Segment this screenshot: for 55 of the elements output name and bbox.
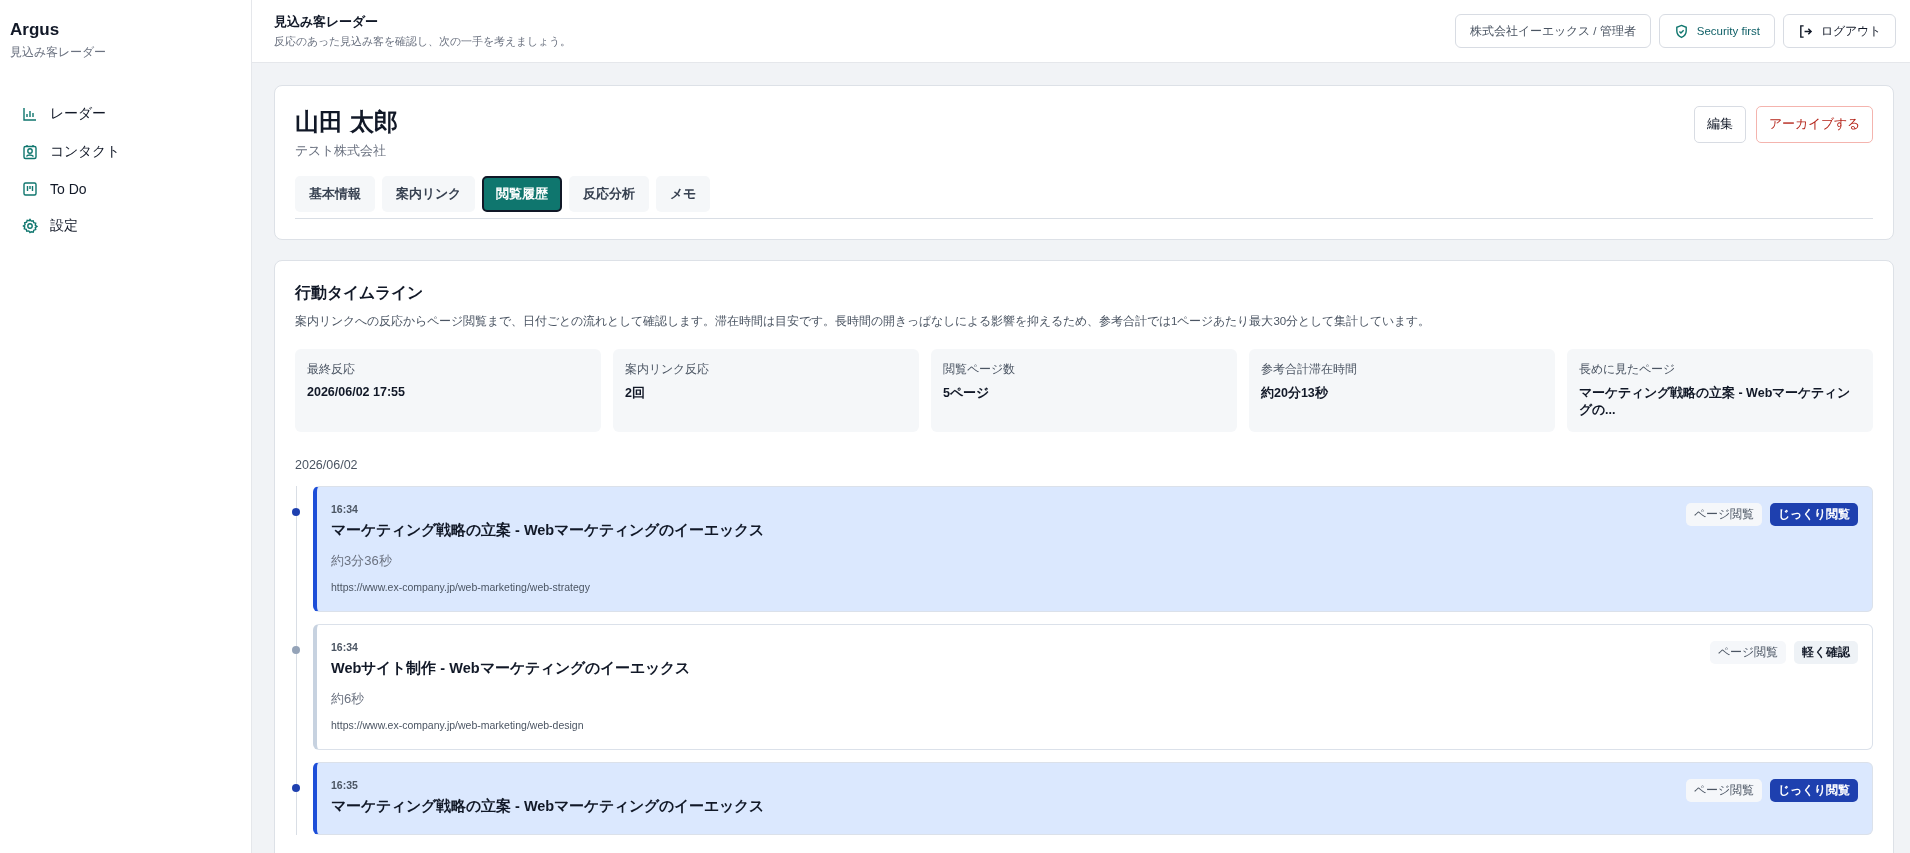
event-url: https://www.ex-company.jp/web-marketing/web-design <box>331 719 585 731</box>
event-url: https://www.ex-company.jp/web-marketing/web-strategy <box>331 581 591 593</box>
event-tag: ページ閲覧 <box>1686 779 1762 802</box>
contact-icon <box>22 144 38 160</box>
event-time: 16:35 <box>331 779 359 791</box>
event-time: 16:34 <box>331 641 359 653</box>
event-tag: じっくり閲覧 <box>1770 779 1858 802</box>
page-title: 見込み客レーダー <box>274 13 379 31</box>
app-subtitle: 見込み客レーダー <box>10 44 107 61</box>
event-title: マーケティング戦略の立案 - Webマーケティングのイーエックス <box>331 521 765 540</box>
tab[interactable]: 案内リンク <box>382 176 475 212</box>
logout-button[interactable]: ログアウト <box>1783 14 1896 48</box>
event-tag: じっくり閲覧 <box>1770 503 1858 526</box>
stat-value: 2026/06/02 17:55 <box>307 385 406 399</box>
section-title: 行動タイムライン <box>295 283 424 303</box>
event-duration: 約3分36秒 <box>331 552 393 570</box>
date-heading: 2026/06/02 <box>295 458 359 472</box>
nav-item[interactable]: To Do <box>20 173 231 205</box>
nav-item[interactable]: レーダー <box>20 97 231 131</box>
page-subtitle: 反応のあった見込み客を確認し、次の一手を考えましょう。 <box>274 34 571 49</box>
tab[interactable]: 反応分析 <box>569 176 649 212</box>
bar-chart-icon <box>22 106 38 122</box>
event-tag: ページ閲覧 <box>1710 641 1786 664</box>
shield-check-icon <box>1673 23 1689 39</box>
stat-label: 参考合計滞在時間 <box>1261 361 1358 378</box>
stat-value: マーケティング戦略の立案 - Webマーケティングの... <box>1579 385 1852 419</box>
stat-label: 長めに見たページ <box>1579 361 1676 378</box>
company-name: テスト株式会社 <box>295 142 387 160</box>
stat-label: 案内リンク反応 <box>625 361 710 378</box>
tab[interactable]: メモ <box>656 176 710 212</box>
tab[interactable]: 閲覧履歴 <box>482 176 562 212</box>
event-title: Webサイト制作 - Webマーケティングのイーエックス <box>331 659 690 678</box>
event-duration: 約6秒 <box>331 690 366 708</box>
app-name: Argus <box>10 20 61 40</box>
logout-icon <box>1798 23 1813 39</box>
stat-label: 閲覧ページ数 <box>943 361 1016 378</box>
contact-name: 山田 太郎 <box>295 107 398 137</box>
event-tag: 軽く確認 <box>1794 641 1858 664</box>
event-tag: ページ閲覧 <box>1686 503 1762 526</box>
archive-button[interactable]: アーカイブする <box>1756 106 1873 143</box>
board-icon <box>22 181 38 197</box>
stat-value: 約20分13秒 <box>1261 385 1329 402</box>
event-time: 16:34 <box>331 503 359 515</box>
edit-button[interactable]: 編集 <box>1694 106 1746 143</box>
account-button[interactable]: 株式会社イーエックス / 管理者 <box>1455 14 1651 48</box>
stat-value: 2回 <box>625 385 646 402</box>
section-description: 案内リンクへの反応からページ閲覧まで、日付ごとの流れとして確認します。滞在時間は目安です。長時間の開きっぱなしによる影響を抑えるため、参考合計では1ページあたり最大30分として集計しています。 <box>295 314 1432 329</box>
nav-item[interactable]: コンタクト <box>20 135 231 169</box>
stat-label: 最終反応 <box>307 361 356 378</box>
stat-value: 5ページ <box>943 385 990 402</box>
security-button[interactable]: Security first <box>1658 14 1775 48</box>
tab[interactable]: 基本情報 <box>295 176 375 212</box>
settings-icon <box>22 218 38 234</box>
event-title: マーケティング戦略の立案 - Webマーケティングのイーエックス <box>331 797 765 816</box>
nav-item[interactable]: 設定 <box>20 209 231 243</box>
